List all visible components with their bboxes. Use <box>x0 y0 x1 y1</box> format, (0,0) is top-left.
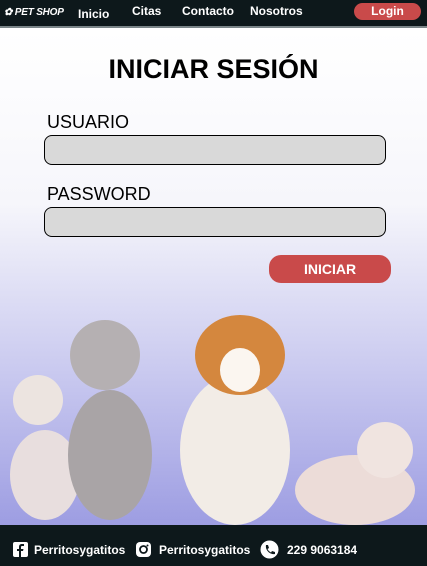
nav-inicio[interactable]: Inicio <box>78 7 109 21</box>
phone-number: 229 9063184 <box>287 543 358 557</box>
facebook-link[interactable]: Perritosygatitos <box>34 543 125 557</box>
user-label: USUARIO <box>47 112 130 132</box>
footer: Perritosygatitos Perritosygatitos 229 90… <box>0 525 427 566</box>
nav-contacto[interactable]: Contacto <box>182 4 234 18</box>
password-input[interactable] <box>44 207 386 237</box>
whatsapp-phone-icon[interactable] <box>260 540 279 559</box>
pets-image <box>10 315 415 525</box>
logo[interactable]: ✿ PET SHOP <box>4 7 64 18</box>
instagram-icon[interactable] <box>136 542 151 557</box>
corgi-image <box>180 315 290 525</box>
page-title: INICIAR SESIÓN <box>108 54 319 84</box>
login-button[interactable]: Login <box>354 3 421 20</box>
nav-nosotros[interactable]: Nosotros <box>250 4 303 18</box>
login-section: INICIAR SESIÓN USUARIO PASSWORD INICIAR <box>0 30 427 525</box>
facebook-icon[interactable] <box>13 542 28 557</box>
instagram-link[interactable]: Perritosygatitos <box>159 543 250 557</box>
poodle-image <box>68 320 152 520</box>
user-input[interactable] <box>44 135 386 165</box>
cat-right-image <box>295 422 415 525</box>
submit-button[interactable]: INICIAR <box>269 255 391 283</box>
logo-text: PET SHOP <box>14 7 64 18</box>
password-label: PASSWORD <box>47 184 151 204</box>
nav-citas[interactable]: Citas <box>132 4 161 18</box>
top-nav: ✿ PET SHOP Inicio Citas Contacto Nosotro… <box>0 0 427 28</box>
